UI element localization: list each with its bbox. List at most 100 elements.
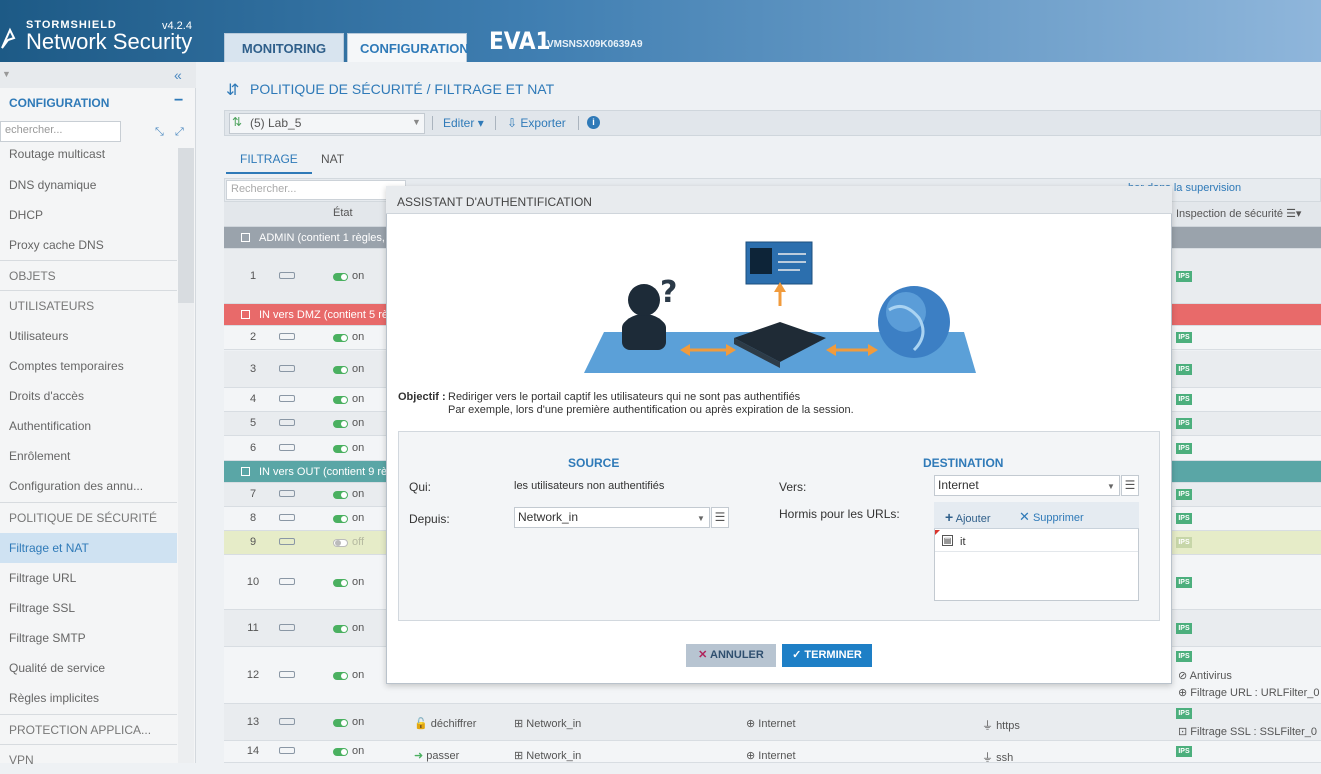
sidebar-item[interactable]: PROTECTION APPLICA...	[0, 714, 177, 744]
rule-toggle[interactable]	[333, 624, 348, 633]
info-icon[interactable]: i	[587, 116, 600, 129]
object-menu-icon[interactable]: ☰	[711, 507, 729, 528]
url-exceptions-label: Hormis pour les URLs:	[779, 507, 900, 521]
policy-select[interactable]: (5) Lab_5	[229, 113, 425, 134]
rule-link-icon	[279, 747, 295, 754]
collapse-icon[interactable]	[241, 467, 250, 476]
sidebar-scroll-thumb[interactable]	[178, 148, 194, 303]
column-header-inspection[interactable]: Inspection de sécurité ☰▾	[1176, 207, 1301, 220]
chevron-down-icon[interactable]: ▼	[697, 514, 705, 523]
ssl-filter-cell: ⊡ Filtrage SSL : SSLFilter_0	[1178, 726, 1318, 738]
sidebar-item[interactable]: Utilisateurs	[0, 321, 177, 351]
sidebar-section-title[interactable]: CONFIGURATION	[9, 96, 109, 110]
destination-heading: DESTINATION	[923, 456, 1004, 470]
rule-number: 8	[249, 512, 257, 524]
remove-url-button[interactable]: ✕ Supprimer	[1019, 509, 1084, 525]
chevron-down-icon[interactable]: ▼	[1107, 482, 1115, 491]
sidebar-item[interactable]: Droits d'accès	[0, 381, 177, 411]
sidebar-item[interactable]: OBJETS	[0, 260, 177, 290]
rule-toggle[interactable]	[333, 671, 348, 680]
finish-button[interactable]: ✓ TERMINER	[782, 644, 872, 667]
rule-toggle[interactable]	[333, 444, 348, 453]
rule-state: on	[352, 512, 365, 524]
rule-toggle[interactable]	[333, 334, 348, 342]
rule-number: 5	[249, 417, 257, 429]
rule-toggle[interactable]	[333, 420, 348, 428]
tab-nat[interactable]: NAT	[307, 150, 358, 174]
firewall-serial: VMSNSX09K0639A9	[547, 39, 643, 50]
expand-all-icon[interactable]: ⤢	[175, 126, 184, 139]
sidebar-item[interactable]: Authentification	[0, 411, 177, 441]
destination-cell[interactable]: ⊕ Internet	[746, 749, 796, 762]
sidebar-item[interactable]: DNS dynamique	[0, 170, 177, 200]
rule-number: 6	[249, 441, 257, 454]
sidebar-item[interactable]: Filtrage et NAT	[0, 533, 177, 563]
rule-toggle[interactable]	[333, 365, 348, 374]
sidebar-item[interactable]: Filtrage URL	[0, 563, 177, 593]
sidebar-item[interactable]: Filtrage SMTP	[0, 623, 177, 653]
port-cell[interactable]: ⏚ https	[982, 717, 1020, 733]
rule-toggle[interactable]	[333, 272, 348, 281]
rule-toggle[interactable]	[333, 718, 348, 727]
antivirus-cell: ⊘ Antivirus	[1178, 670, 1232, 682]
rule-state: on	[352, 393, 365, 405]
rule-toggle[interactable]	[333, 396, 348, 404]
destination-cell[interactable]: ⊕ Internet	[746, 717, 796, 730]
sidebar-item[interactable]: UTILISATEURS	[0, 290, 177, 320]
who-label: Qui:	[409, 480, 432, 494]
rule-link-icon	[279, 623, 295, 631]
to-select[interactable]: Internet	[934, 475, 1120, 496]
sidebar-item[interactable]: DHCP	[0, 200, 177, 230]
sidebar-item[interactable]: Routage multicast	[0, 148, 177, 164]
sidebar-item[interactable]: Filtrage SSL	[0, 593, 177, 623]
add-url-button[interactable]: + Ajouter	[945, 509, 991, 525]
sidebar-item[interactable]: Comptes temporaires	[0, 351, 177, 381]
sidebar-item[interactable]: Enrôlement	[0, 441, 177, 471]
collapse-sidebar-icon[interactable]: «	[174, 67, 182, 83]
cancel-button[interactable]: ✕ ANNULER	[686, 644, 776, 667]
rule-link-icon	[279, 333, 295, 340]
sidebar-search-input[interactable]: echercher...	[0, 121, 121, 142]
sidebar-item[interactable]: Proxy cache DNS	[0, 230, 177, 260]
rule-number: 2	[249, 331, 257, 343]
source-cell[interactable]: ⊞ Network_in	[514, 717, 581, 730]
rule-toggle[interactable]	[333, 578, 348, 587]
collapse-icon[interactable]	[241, 310, 250, 319]
rule-toggle[interactable]	[333, 491, 348, 499]
action-cell[interactable]: 🔓 déchiffrer	[414, 717, 476, 730]
toolbar-divider	[578, 116, 579, 130]
tab-filtrage[interactable]: FILTRAGE	[226, 150, 312, 174]
sidebar-item[interactable]: Règles implicites	[0, 683, 177, 713]
separator-label: IN vers OUT (contient 9 rè	[259, 466, 388, 478]
column-header-etat[interactable]: État	[333, 207, 353, 219]
edit-button[interactable]: Editer ▾	[443, 116, 484, 130]
collapse-icon[interactable]	[241, 233, 250, 242]
tab-monitoring[interactable]: MONITORING	[224, 33, 344, 62]
sidebar: ▼ « CONFIGURATION − echercher... ⤡ ⤢ Rou…	[0, 62, 196, 767]
sidebar-item[interactable]: VPN	[0, 744, 177, 774]
rule-toggle[interactable]	[333, 748, 348, 756]
separator-label: ADMIN (contient 1 règles,	[259, 232, 385, 244]
tab-configuration[interactable]: CONFIGURATION	[347, 33, 469, 62]
grid-search-input[interactable]: Rechercher...	[226, 180, 406, 200]
caret-down-icon[interactable]: ▼	[2, 69, 11, 79]
rule-toggle[interactable]	[333, 539, 348, 547]
export-button[interactable]: ⇩ Exporter	[507, 116, 566, 130]
collapse-all-icon[interactable]: ⤡	[155, 126, 164, 139]
ssl-filter-label: Filtrage SSL : SSLFilter_0	[1190, 726, 1318, 738]
from-select[interactable]: Network_in	[514, 507, 710, 528]
url-filter-cell: ⊕ Filtrage URL : URLFilter_0	[1178, 687, 1320, 699]
sidebar-item[interactable]: Qualité de service	[0, 653, 177, 683]
rule-number: 1	[249, 269, 257, 282]
rule-toggle[interactable]	[333, 515, 348, 523]
policy-icon: ⇅	[232, 115, 243, 129]
collapse-section-icon[interactable]: −	[174, 92, 183, 110]
sidebar-item[interactable]: POLITIQUE DE SÉCURITÉ	[0, 502, 177, 532]
chevron-down-icon[interactable]: ▼	[412, 117, 421, 127]
column-header-inspection-label: Inspection de sécurité	[1176, 208, 1284, 220]
object-menu-icon[interactable]: ☰	[1121, 475, 1139, 496]
finish-label: TERMINER	[804, 649, 862, 661]
sidebar-item[interactable]: Configuration des annu...	[0, 471, 177, 501]
source-cell[interactable]: ⊞ Network_in	[514, 749, 581, 762]
action-cell[interactable]: ➜ passer	[414, 749, 459, 762]
